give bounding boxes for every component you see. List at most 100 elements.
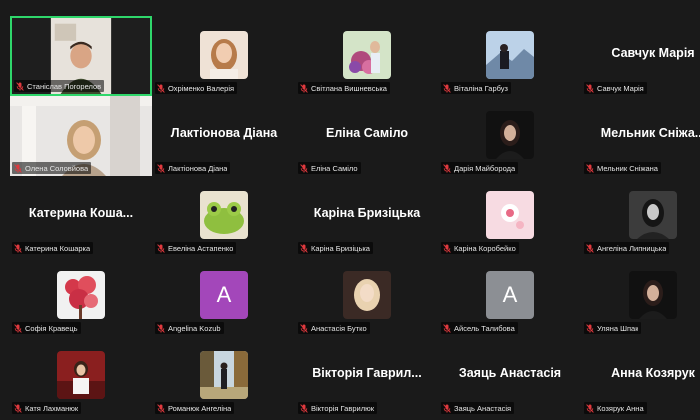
participant-display-name: Катерина Коша...	[28, 206, 134, 220]
participant-name-label: Евеліна Астапенко	[168, 243, 234, 253]
participant-tile[interactable]: Світлана Вишневська	[296, 16, 438, 96]
participant-name-tag: Евеліна Астапенко	[155, 242, 237, 254]
mic-muted-icon	[443, 323, 451, 333]
participant-display-name: Вікторія Гаврил...	[312, 366, 422, 380]
participant-name-tag: Савчук Марія	[584, 82, 647, 94]
participant-tile[interactable]: Вікторія Гаврил... Вікторія Гаврилюк	[296, 336, 438, 416]
participant-name-tag: Катя Лахманюк	[12, 402, 82, 414]
mic-muted-icon	[300, 243, 308, 253]
letter-avatar: A	[486, 271, 534, 319]
red-room-portrait-icon	[57, 351, 105, 399]
participant-name-label: Вікторія Гаврилюк	[311, 403, 374, 413]
participant-name-tag: Софія Кравець	[12, 322, 81, 334]
participant-display-name: Анна Козярук	[611, 366, 695, 380]
participant-name-tag: Заяць Анастасія	[441, 402, 515, 414]
participant-tile[interactable]: Лактіонова Діана Лактіонова Діана	[153, 96, 295, 176]
bw-portrait-icon	[629, 191, 677, 239]
participant-display-name: Заяць Анастасія	[458, 366, 562, 380]
dark-portrait-icon	[629, 271, 677, 319]
participant-tile[interactable]: Романюк Ангеліна	[153, 336, 295, 416]
participant-tile[interactable]: Дарія Майборода	[439, 96, 581, 176]
participant-display-name: Савчук Марія	[611, 46, 695, 60]
participant-name-label: Айсель Талибова	[454, 323, 515, 333]
participant-tile[interactable]: Ангеліна Липницька	[582, 176, 700, 256]
participant-name-label: Катя Лахманюк	[25, 403, 79, 413]
participant-name-tag: Станіслав Погорелов	[14, 80, 105, 92]
participant-name-tag: Ангеліна Липницька	[584, 242, 670, 254]
mic-muted-icon	[14, 243, 22, 253]
mic-muted-icon	[157, 243, 165, 253]
participant-name-label: Ангеліна Липницька	[597, 243, 667, 253]
participant-tile[interactable]: Савчук Марія Савчук Марія	[582, 16, 700, 96]
participant-tile[interactable]: Каріна Коробейко	[439, 176, 581, 256]
participant-name-tag: Світлана Вишневська	[298, 82, 390, 94]
participant-name-label: Анастасія Бутко	[311, 323, 367, 333]
participant-tile[interactable]: Охріменко Валерія	[153, 16, 295, 96]
participant-name-tag: Козярук Анна	[584, 402, 647, 414]
participant-name-tag: Вікторія Гаврилюк	[298, 402, 377, 414]
participant-display-name: Еліна Саміло	[326, 126, 408, 140]
participant-name-label: Софія Кравець	[25, 323, 78, 333]
participant-name-label: Angelina Kozub	[168, 323, 221, 333]
flowers-photo-icon	[343, 31, 391, 79]
participant-tile[interactable]: Софія Кравець	[10, 256, 152, 336]
mic-muted-icon	[586, 403, 594, 413]
participant-display-name: Лактіонова Діана	[170, 126, 278, 140]
mic-muted-icon	[300, 403, 308, 413]
participant-tile[interactable]: Анастасія Бутко	[296, 256, 438, 336]
mic-muted-icon	[157, 163, 165, 173]
participant-tile[interactable]: Олена Соловйова	[10, 96, 152, 176]
mic-muted-icon	[157, 323, 165, 333]
red-blossom-icon	[57, 271, 105, 319]
participant-name-tag: Катерина Кошарка	[12, 242, 94, 254]
participant-name-tag: Лактіонова Діана	[155, 162, 231, 174]
participant-name-tag: Віталіна Гарбуз	[441, 82, 511, 94]
mic-muted-icon	[586, 323, 594, 333]
participant-name-label: Уляна Шпак	[597, 323, 639, 333]
woman-photo-icon	[200, 31, 248, 79]
blurred-portrait-icon	[343, 271, 391, 319]
participant-name-tag: Angelina Kozub	[155, 322, 224, 334]
participant-name-tag: Мельник Сніжана	[584, 162, 661, 174]
participant-name-label: Дарія Майборода	[454, 163, 516, 173]
participant-name-label: Олена Соловйова	[25, 163, 89, 173]
participant-name-label: Лактіонова Діана	[168, 163, 228, 173]
participant-name-tag: Айсель Талибова	[441, 322, 518, 334]
participant-name-label: Катерина Кошарка	[25, 243, 91, 253]
participant-tile[interactable]: Віталіна Гарбуз	[439, 16, 581, 96]
participant-name-tag: Каріна Коробейко	[441, 242, 519, 254]
participant-tile[interactable]: Еліна Саміло Еліна Саміло	[296, 96, 438, 176]
participant-tile[interactable]: Уляна Шпак	[582, 256, 700, 336]
participant-name-label: Романюк Ангеліна	[168, 403, 232, 413]
participant-name-tag: Еліна Саміло	[298, 162, 361, 174]
participant-display-name: Каріна Бризіцька	[313, 206, 421, 220]
participant-tile[interactable]: A Angelina Kozub	[153, 256, 295, 336]
participant-display-name: Мельник Сніжа...	[600, 126, 700, 140]
autumn-park-icon	[200, 351, 248, 399]
mic-muted-icon	[300, 323, 308, 333]
mic-muted-icon	[14, 163, 22, 173]
participant-tile[interactable]: Заяць Анастасія Заяць Анастасія	[439, 336, 581, 416]
participant-tile[interactable]: Мельник Сніжа... Мельник Сніжана	[582, 96, 700, 176]
mic-muted-icon	[157, 83, 165, 93]
participant-tile[interactable]: A Айсель Талибова	[439, 256, 581, 336]
participant-name-label: Еліна Саміло	[311, 163, 358, 173]
participant-name-tag: Охріменко Валерія	[155, 82, 238, 94]
participant-tile[interactable]: Евеліна Астапенко	[153, 176, 295, 256]
mic-muted-icon	[14, 323, 22, 333]
letter-avatar: A	[200, 271, 248, 319]
participant-name-tag: Дарія Майборода	[441, 162, 519, 174]
participant-name-label: Заяць Анастасія	[454, 403, 512, 413]
gallery-view: Станіслав Погорелов Охріменко Валерія Св…	[0, 0, 700, 420]
participant-name-label: Світлана Вишневська	[311, 83, 387, 93]
mic-muted-icon	[16, 81, 24, 91]
pink-flower-icon	[486, 191, 534, 239]
participant-tile[interactable]: Каріна Бризіцька Каріна Бризіцька	[296, 176, 438, 256]
participant-tile[interactable]: Станіслав Погорелов	[10, 16, 152, 96]
participant-tile[interactable]: Катерина Коша... Катерина Кошарка	[10, 176, 152, 256]
participant-name-label: Охріменко Валерія	[168, 83, 235, 93]
participant-name-label: Віталіна Гарбуз	[454, 83, 508, 93]
participant-tile[interactable]: Анна Козярук Козярук Анна	[582, 336, 700, 416]
participant-tile[interactable]: Катя Лахманюк	[10, 336, 152, 416]
participant-name-label: Савчук Марія	[597, 83, 644, 93]
